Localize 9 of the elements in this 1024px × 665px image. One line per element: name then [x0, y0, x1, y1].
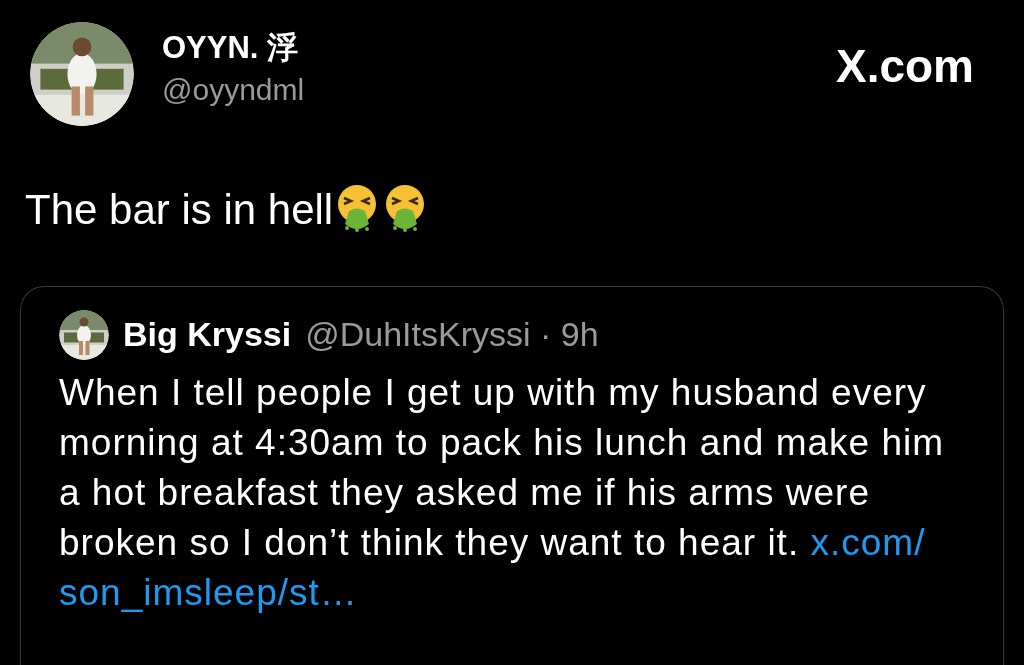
link[interactable]: x.com/	[810, 522, 926, 563]
quoted-author-name: Big Kryssi	[123, 314, 292, 355]
quoted-tweet-text: When I tell people I get up with my husband every morning at 4:30am to pack his lunch and make him a hot breakfast they asked me if his arms were broken so I don’t think they want to hear it. x.com/ son_imsleep/st…	[59, 371, 946, 615]
site-label: X.com	[835, 39, 974, 94]
quoted-handle-time: @DuhItsKryssi · 9h	[305, 314, 599, 355]
tweet-text: The bar is in hell	[0, 184, 1024, 236]
author-name: OYYN. 浮	[162, 29, 300, 67]
author-handle: @oyyndml	[162, 72, 305, 108]
link[interactable]: son_imsleep/st…	[59, 572, 358, 613]
